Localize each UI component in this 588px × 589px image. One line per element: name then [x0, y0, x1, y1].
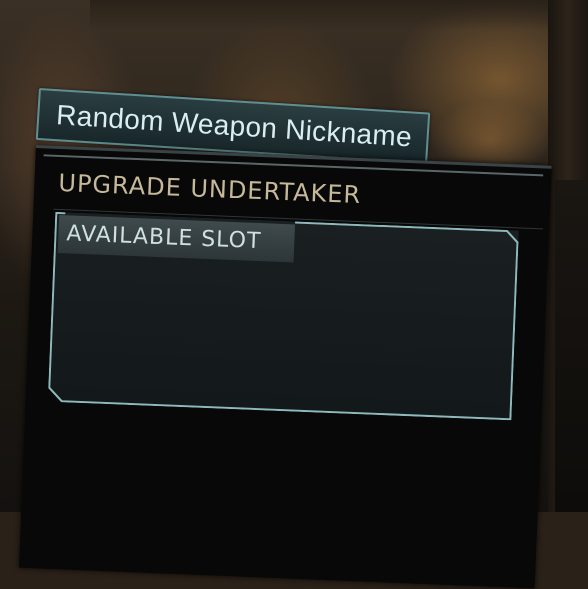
- upgrade-panel-body: UPGRADE UNDERTAKER AVAILABLE SLOT: [19, 145, 552, 589]
- background-beam: [90, 0, 588, 30]
- panel-title: UPGRADE UNDERTAKER: [57, 168, 362, 210]
- upgrade-panel: UPGRADE UNDERTAKER AVAILABLE SLOT: [19, 145, 575, 589]
